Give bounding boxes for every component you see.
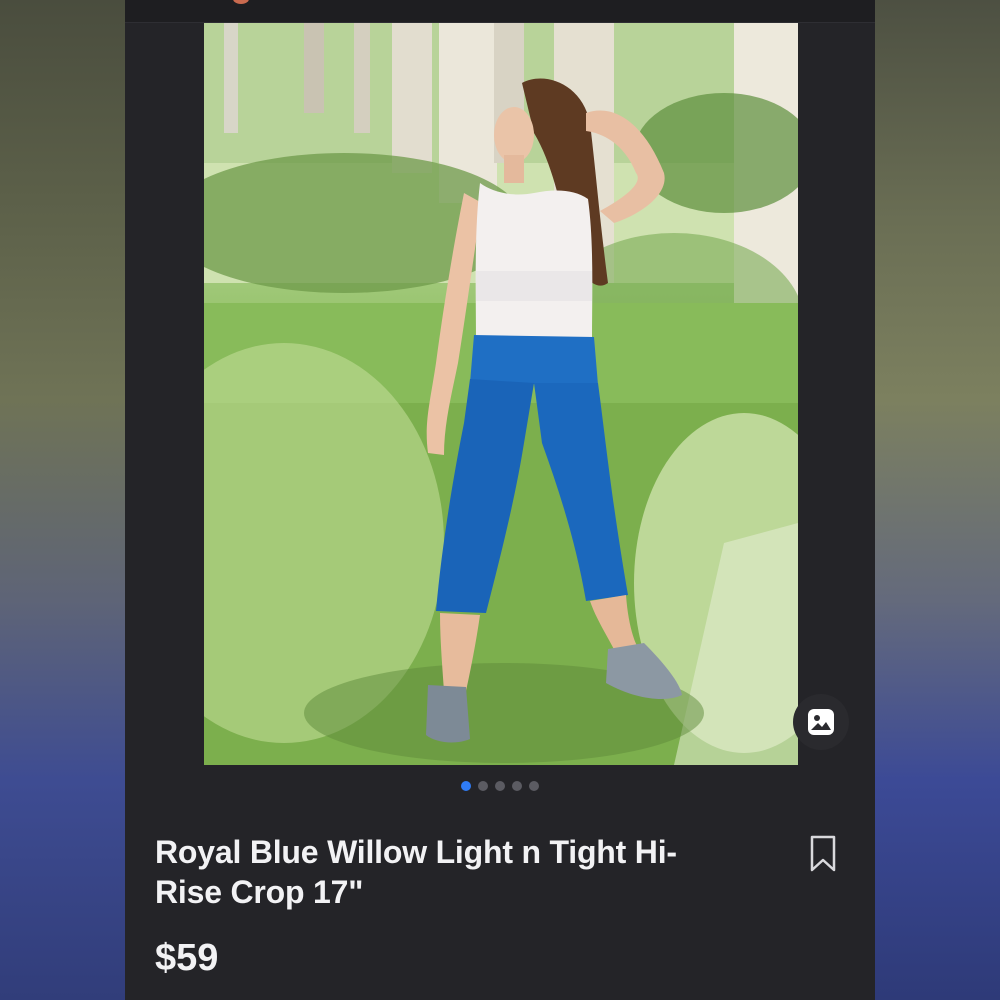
carousel-dot-2[interactable] [478,781,488,791]
carousel-dot-1[interactable] [461,781,471,791]
carousel-pager [125,781,875,793]
product-price: $59 [155,937,219,979]
top-bar [125,0,875,23]
avatar [233,0,249,4]
product-photo-art [204,23,798,765]
blurred-backdrop-left [0,0,125,1000]
bookmark-button[interactable] [809,834,837,874]
product-photo[interactable] [204,23,798,765]
product-title: Royal Blue Willow Light n Tight Hi-Rise … [155,834,677,910]
listing-screen: Royal Blue Willow Light n Tight Hi-Rise … [125,0,875,1000]
carousel-dot-3[interactable] [495,781,505,791]
view-gallery-button[interactable] [793,694,849,750]
carousel-dot-4[interactable] [512,781,522,791]
image-icon [808,709,834,735]
carousel-dot-5[interactable] [529,781,539,791]
bookmark-icon [810,835,836,872]
blurred-backdrop-right [875,0,1000,1000]
